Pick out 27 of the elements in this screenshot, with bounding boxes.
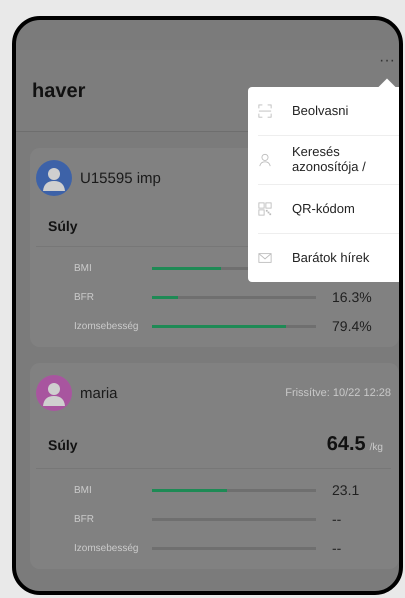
metric-label: Izomsebesség <box>74 542 140 554</box>
weight-unit: /kg <box>370 442 383 453</box>
metric-label: BMI <box>74 262 93 274</box>
menu-item[interactable]: Keresés azonosítója / <box>258 136 399 185</box>
friend-name: U15595 imp <box>80 170 161 186</box>
qr-code-icon <box>258 202 272 216</box>
metric-label: BMI <box>74 484 93 496</box>
metric-label: BFR <box>74 514 95 524</box>
menu-item[interactable]: Beolvasni <box>258 87 399 136</box>
metric-value: 16.3% <box>332 289 372 305</box>
metric-value: -- <box>332 511 342 527</box>
weight-label: Súly <box>48 218 78 234</box>
weight-label: Súly <box>48 437 78 453</box>
envelope-icon <box>258 251 272 265</box>
metric-value: 23.1 <box>332 482 360 498</box>
metric-label: Izomsebesség <box>74 320 140 332</box>
weight-value: 64.5 <box>326 433 366 456</box>
metric-label: BFR <box>74 292 95 302</box>
scan-icon <box>258 104 272 118</box>
person-icon <box>258 153 272 167</box>
menu-item[interactable]: Barátok hírek <box>258 234 399 282</box>
menu-item[interactable]: QR-kódom <box>258 185 399 234</box>
metric-value: -- <box>332 540 342 556</box>
metric-value: 79.4% <box>332 318 372 334</box>
friend-name: maria <box>80 384 118 402</box>
updated-time: Frissítve: 10/22 12:28 <box>285 387 391 399</box>
page-title: haver <box>32 80 86 103</box>
